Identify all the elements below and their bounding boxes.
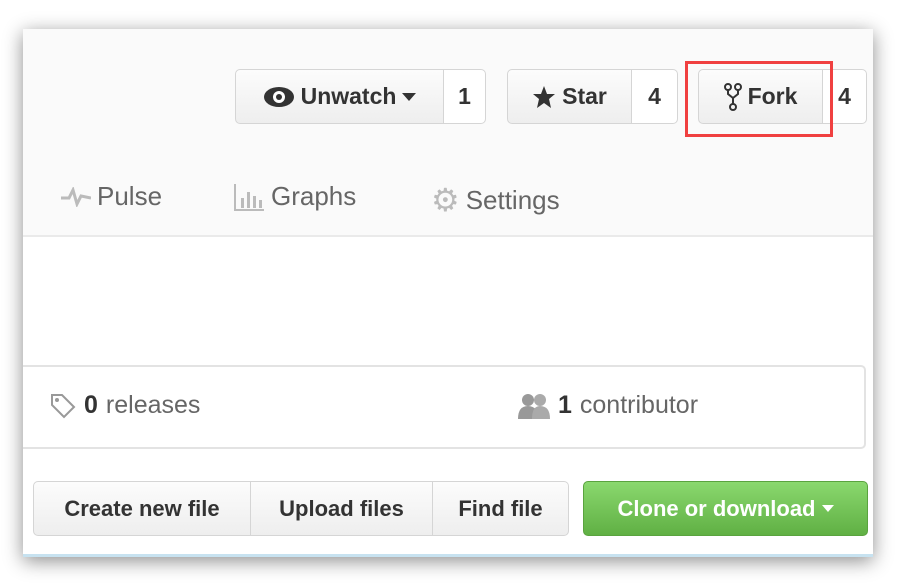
- nav-settings-label: Settings: [465, 184, 560, 215]
- repo-window: Unwatch 1 Star 4 Fork 4 Pulse Graphs ⚙ S…: [23, 29, 873, 557]
- clone-label: Clone or download: [617, 495, 816, 521]
- contributors-label: contributor: [579, 391, 699, 419]
- find-file-button[interactable]: Find file: [433, 481, 569, 536]
- divider: [23, 554, 873, 557]
- contributors-count: 1: [558, 391, 572, 419]
- star-button[interactable]: Star: [507, 69, 632, 124]
- eye-icon: [263, 86, 294, 107]
- caret-down-icon: [821, 505, 834, 512]
- releases-count: 0: [84, 391, 98, 419]
- nav-pulse-label: Pulse: [97, 181, 163, 211]
- star-label: Star: [562, 83, 607, 109]
- nav-graphs-label: Graphs: [271, 181, 357, 211]
- releases-link[interactable]: 0 releases: [50, 391, 200, 420]
- tag-icon: [51, 393, 76, 418]
- contributors-link[interactable]: 1 contributor: [518, 391, 698, 420]
- repo-summary: 0 releases 1 contributor: [23, 365, 866, 449]
- upload-files-button[interactable]: Upload files: [251, 481, 433, 536]
- people-icon: [518, 393, 550, 419]
- graph-icon: [234, 183, 264, 211]
- repo-header: Unwatch 1 Star 4 Fork 4 Pulse Graphs ⚙ S…: [23, 29, 873, 237]
- pulse-icon: [61, 186, 91, 207]
- nav-settings[interactable]: ⚙ Settings: [431, 181, 560, 219]
- star-icon: [533, 85, 556, 108]
- nav-graphs[interactable]: Graphs: [233, 181, 356, 212]
- stars-count[interactable]: 4: [632, 69, 678, 124]
- clone-or-download-button[interactable]: Clone or download: [583, 481, 868, 536]
- highlight-box: [685, 61, 833, 137]
- unwatch-label: Unwatch: [300, 83, 397, 109]
- caret-down-icon: [402, 92, 417, 101]
- watchers-count[interactable]: 1: [444, 69, 486, 124]
- releases-label: releases: [105, 391, 201, 419]
- unwatch-button[interactable]: Unwatch: [235, 69, 444, 124]
- gear-icon: ⚙: [431, 182, 460, 218]
- nav-pulse[interactable]: Pulse: [61, 181, 162, 212]
- create-new-file-button[interactable]: Create new file: [33, 481, 251, 536]
